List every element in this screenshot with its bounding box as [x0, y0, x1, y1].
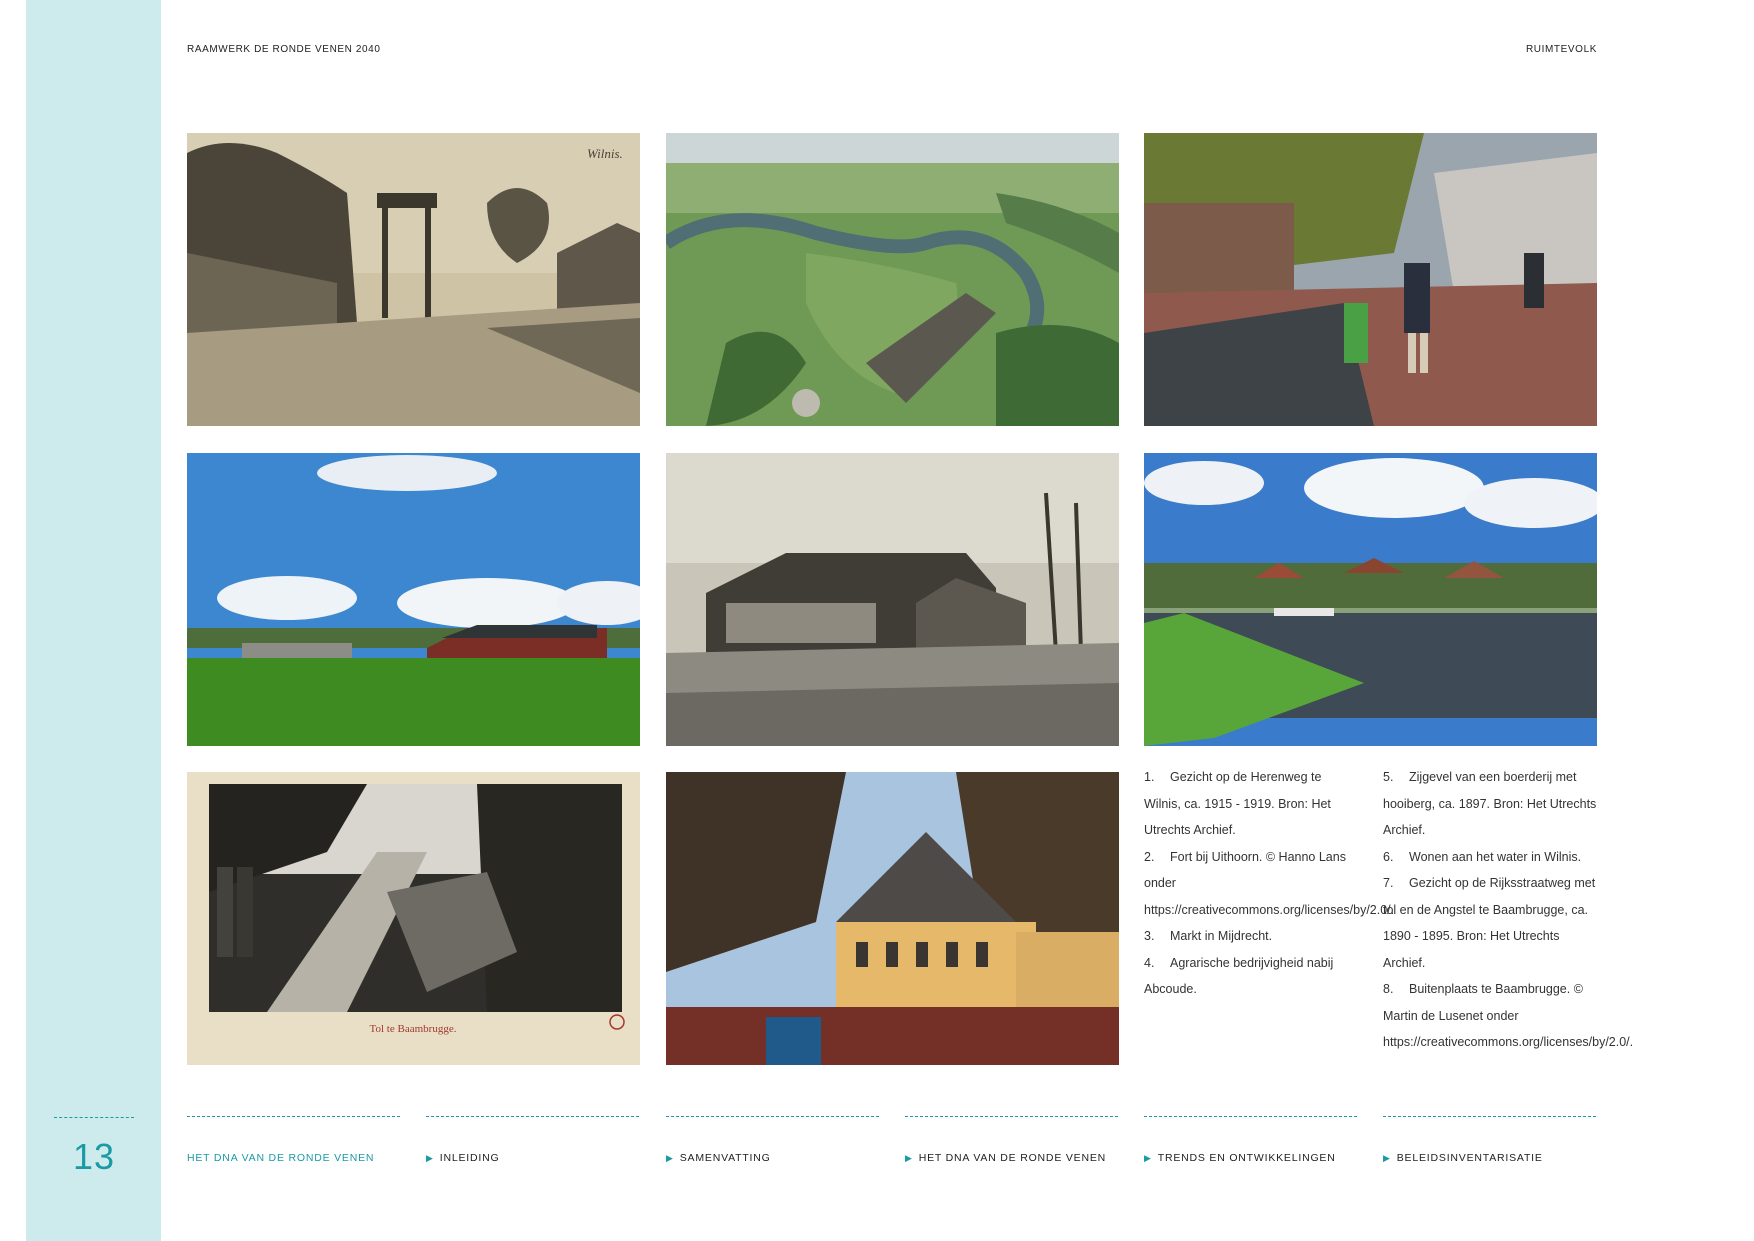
caption-item: 7. Gezicht op de Rijksstraatweg met tol e… — [1383, 876, 1596, 970]
triangle-right-icon: ▶ — [1144, 1153, 1152, 1163]
nav-divider — [1383, 1116, 1596, 1117]
photo-buitenplaats-baambrugge — [666, 772, 1119, 1065]
publisher-name: RUIMTEVOLK — [1525, 44, 1597, 55]
caption-item: 2. Fort bij Uithoorn. © Hanno Lans onder … — [1144, 849, 1395, 917]
caption-column-right: 5. Zijgevel van een boerderij met hooiber… — [1383, 764, 1634, 1056]
triangle-right-icon: ▶ — [426, 1153, 434, 1163]
caption-item: 8. Buitenplaats te Baambrugge. © Martin d… — [1383, 982, 1634, 1049]
photo-fort-uithoorn — [666, 133, 1119, 426]
caption-item: 6. Wonen aan het water in Wilnis. — [1383, 849, 1582, 864]
photo-wonen-water-wilnis — [1144, 453, 1597, 746]
caption-item: 5. Zijgevel van een boerderij met hooiber… — [1383, 770, 1597, 837]
nav-link-dna[interactable]: ▶ HET DNA VAN DE RONDE VENEN — [905, 1152, 1106, 1164]
caption-column-left: 1. Gezicht op de Herenweg te Wilnis, ca. … — [1144, 764, 1395, 1003]
nav-divider — [666, 1116, 879, 1117]
photo-boerderij-hooiberg — [666, 453, 1119, 746]
photo-inscription: Wilnis. — [587, 146, 623, 161]
page-number: 13 — [72, 1136, 116, 1177]
triangle-right-icon: ▶ — [905, 1153, 913, 1163]
nav-divider — [905, 1116, 1118, 1117]
triangle-right-icon: ▶ — [1383, 1153, 1391, 1163]
nav-divider — [1144, 1116, 1357, 1117]
photo-inscription: Tol te Baambrugge. — [370, 1023, 457, 1035]
document-title: RAAMWERK DE RONDE VENEN 2040 — [187, 44, 381, 55]
photo-tol-baambrugge: Tol te Baambrugge. — [187, 772, 640, 1065]
nav-divider — [187, 1116, 400, 1117]
photo-herenweg-wilnis: Wilnis. — [187, 133, 640, 426]
side-panel — [26, 0, 161, 1241]
nav-link-inleiding[interactable]: ▶ INLEIDING — [426, 1152, 499, 1164]
caption-item: 1. Gezicht op de Herenweg te Wilnis, ca. … — [1144, 770, 1331, 837]
current-section-label: HET DNA VAN DE RONDE VENEN — [187, 1152, 375, 1164]
nav-divider — [426, 1116, 639, 1117]
page-number-rule — [54, 1117, 134, 1118]
nav-link-beleid[interactable]: ▶ BELEIDSINVENTARISATIE — [1383, 1152, 1543, 1164]
nav-link-trends[interactable]: ▶ TRENDS EN ONTWIKKELINGEN — [1144, 1152, 1336, 1164]
triangle-right-icon: ▶ — [666, 1153, 674, 1163]
caption-item: 3. Markt in Mijdrecht. — [1144, 929, 1273, 943]
photo-agrarisch-abcoude — [187, 453, 640, 746]
caption-item: 4. Agrarische bedrijvigheid nabij Abcoude… — [1144, 955, 1334, 997]
photo-markt-mijdrecht — [1144, 133, 1597, 426]
nav-link-samenvatting[interactable]: ▶ SAMENVATTING — [666, 1152, 771, 1164]
